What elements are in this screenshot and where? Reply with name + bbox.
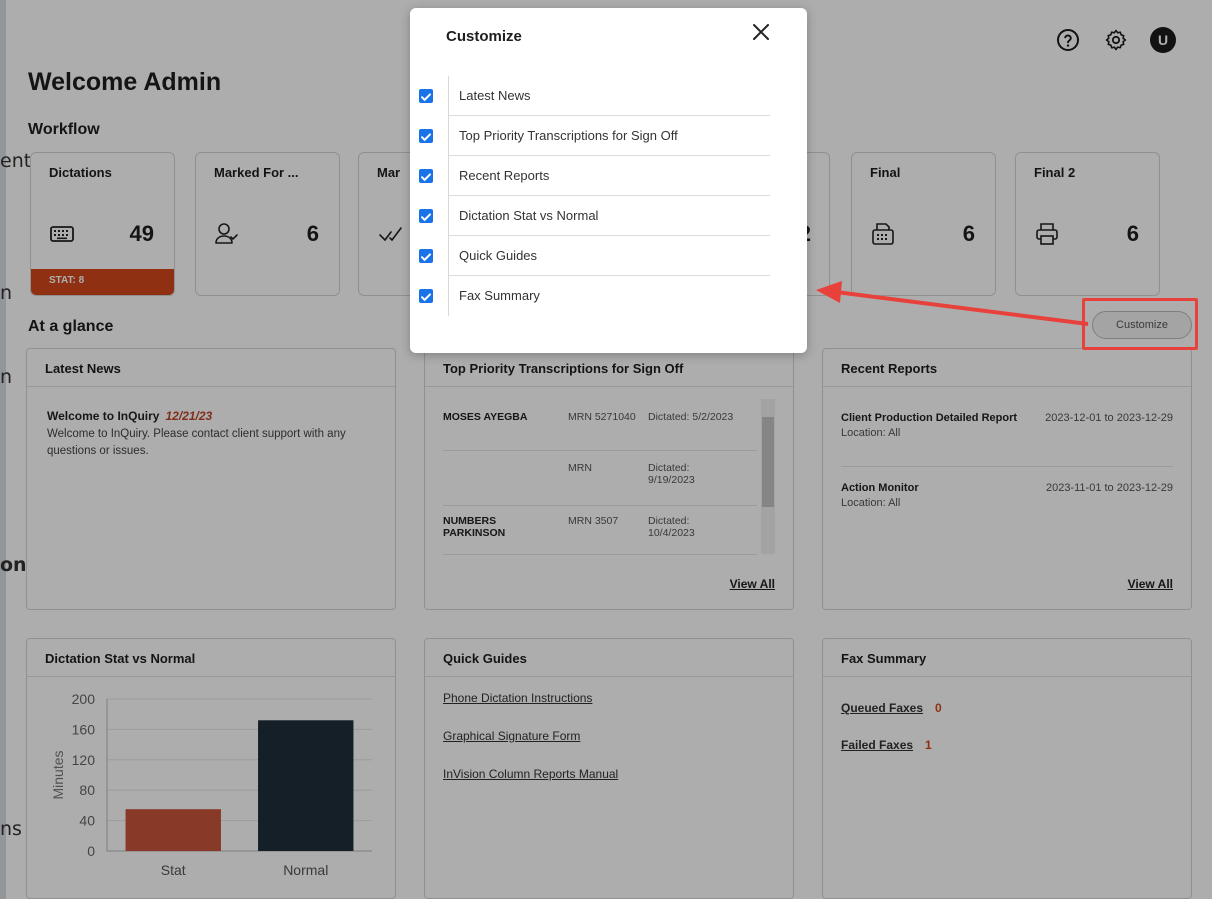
option-label: Recent Reports bbox=[459, 168, 550, 183]
checkbox-checked[interactable] bbox=[419, 289, 433, 303]
option-quick-guides[interactable]: Quick Guides bbox=[419, 236, 770, 276]
option-label: Fax Summary bbox=[459, 288, 540, 303]
option-label: Top Priority Transcriptions for Sign Off bbox=[459, 128, 678, 143]
customize-modal: Customize Latest News Top Priority Trans… bbox=[410, 8, 807, 353]
modal-title: Customize bbox=[446, 28, 522, 45]
option-top-priority[interactable]: Top Priority Transcriptions for Sign Off bbox=[419, 116, 770, 156]
checkbox-checked[interactable] bbox=[419, 249, 433, 263]
option-fax-summary[interactable]: Fax Summary bbox=[419, 276, 770, 316]
checkbox-checked[interactable] bbox=[419, 169, 433, 183]
option-label: Quick Guides bbox=[459, 248, 538, 263]
option-label: Latest News bbox=[459, 88, 531, 103]
option-latest-news[interactable]: Latest News bbox=[419, 76, 770, 116]
option-dictation-stat[interactable]: Dictation Stat vs Normal bbox=[419, 196, 770, 236]
checkbox-checked[interactable] bbox=[419, 209, 433, 223]
checkbox-checked[interactable] bbox=[419, 129, 433, 143]
option-recent-reports[interactable]: Recent Reports bbox=[419, 156, 770, 196]
annotation-arrow bbox=[816, 281, 1089, 326]
option-label: Dictation Stat vs Normal bbox=[459, 208, 599, 223]
checkbox-checked[interactable] bbox=[419, 89, 433, 103]
annotation-highlight-box bbox=[1082, 298, 1198, 350]
customize-options: Latest News Top Priority Transcriptions … bbox=[419, 76, 770, 316]
close-icon[interactable] bbox=[749, 20, 773, 44]
